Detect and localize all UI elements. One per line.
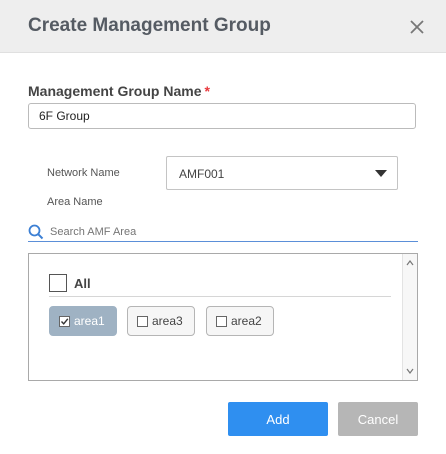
area-chip-area3[interactable]: area3 [127,306,195,336]
group-name-input[interactable] [28,103,416,129]
area-search [28,223,418,242]
area-chip-label: area3 [152,314,183,328]
area-chip-area2[interactable]: area2 [206,306,274,336]
network-name-value: AMF001 [179,167,225,181]
chevron-down-icon[interactable] [406,367,414,375]
area-checkbox [137,316,148,327]
dialog-title: Create Management Group [28,15,271,36]
area-checkbox [216,316,227,327]
area-list-box: All area1 area3 area2 [28,253,418,381]
area-checkbox [59,316,70,327]
group-name-label-text: Management Group Name [28,83,202,99]
select-all-row: All [49,274,391,297]
search-icon [28,224,44,240]
network-name-select[interactable]: AMF001 [166,156,398,190]
add-button[interactable]: Add [228,402,328,436]
area-chip-area1[interactable]: area1 [49,306,117,336]
required-mark: * [204,83,210,99]
dialog-header: Create Management Group [0,0,446,53]
select-all-label: All [74,276,91,291]
cancel-button[interactable]: Cancel [338,402,418,436]
area-name-label: Area Name [47,196,103,208]
group-name-label: Management Group Name * [28,83,210,99]
area-search-input[interactable] [50,225,410,239]
area-chip-label: area2 [231,314,262,328]
area-chip-label: area1 [74,314,105,328]
chevron-up-icon[interactable] [406,259,414,267]
network-name-label: Network Name [47,167,120,179]
close-icon[interactable] [408,18,426,36]
checkmark-icon [60,318,69,325]
select-all-checkbox[interactable] [49,274,67,292]
chevron-down-icon [375,170,387,177]
scrollbar[interactable] [402,254,417,380]
